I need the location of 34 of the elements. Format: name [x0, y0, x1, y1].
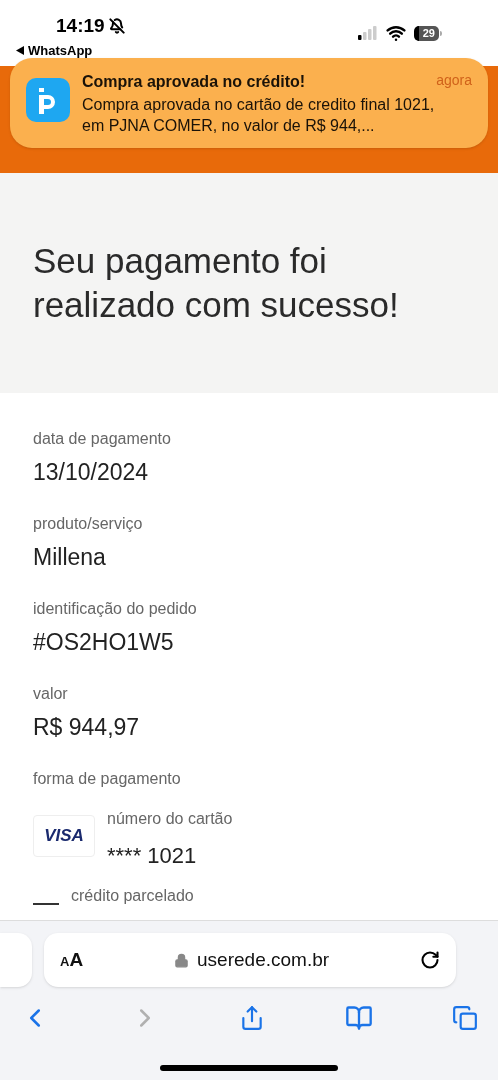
signal-icon: [357, 26, 378, 40]
field-value: Millena: [33, 543, 107, 572]
text-size-button[interactable]: AA: [60, 945, 84, 975]
installment-label: crédito parcelado: [71, 886, 194, 906]
tabs-icon[interactable]: [452, 1005, 478, 1031]
url-text: userede.com.br: [197, 947, 330, 972]
success-heading: Seu pagamento foi realizado com sucesso!: [33, 240, 400, 326]
card-number: **** 1021: [107, 842, 198, 870]
field-value: #OS2HO1W5: [33, 628, 175, 657]
status-time: 14:19: [56, 14, 105, 38]
wifi-icon: [385, 23, 406, 43]
card-number-label: número do cartão: [107, 809, 233, 829]
back-to-app-link[interactable]: WhatsApp: [16, 40, 125, 60]
notification-title: Compra aprovada no crédito!: [82, 72, 306, 92]
app-logo-icon: [26, 78, 70, 122]
field-label: identificação do pedido: [33, 599, 198, 619]
notification-banner[interactable]: Compra aprovada no crédito! agora Compra aprovada no cartão de credito final 1021, em PJNA COMER, no valor de R$ 944,...: [10, 58, 488, 148]
field-label: produto/serviço: [33, 514, 144, 534]
field-label: forma de pagamento: [33, 769, 182, 789]
field-label: data de pagamento: [33, 429, 172, 449]
visa-card-icon: VISA: [33, 815, 95, 857]
address-bar[interactable]: AA userede.com.br: [44, 933, 456, 987]
notification-time: agora: [436, 71, 472, 90]
bell-off-icon: [108, 18, 125, 35]
notification-body: Compra aprovada no cartão de credito final 1021, em PJNA COMER, no valor de R$ 944,...: [82, 95, 436, 136]
reload-icon[interactable]: [420, 950, 440, 970]
field-value: R$ 944,97: [33, 713, 141, 742]
bookmarks-icon[interactable]: [344, 1004, 373, 1032]
share-icon[interactable]: [239, 1005, 265, 1031]
field-value: 13/10/2024: [33, 458, 150, 487]
lock-icon: [174, 952, 190, 968]
back-triangle-icon: [16, 45, 24, 55]
battery-icon: 29: [413, 25, 442, 41]
field-label: valor: [33, 684, 69, 704]
